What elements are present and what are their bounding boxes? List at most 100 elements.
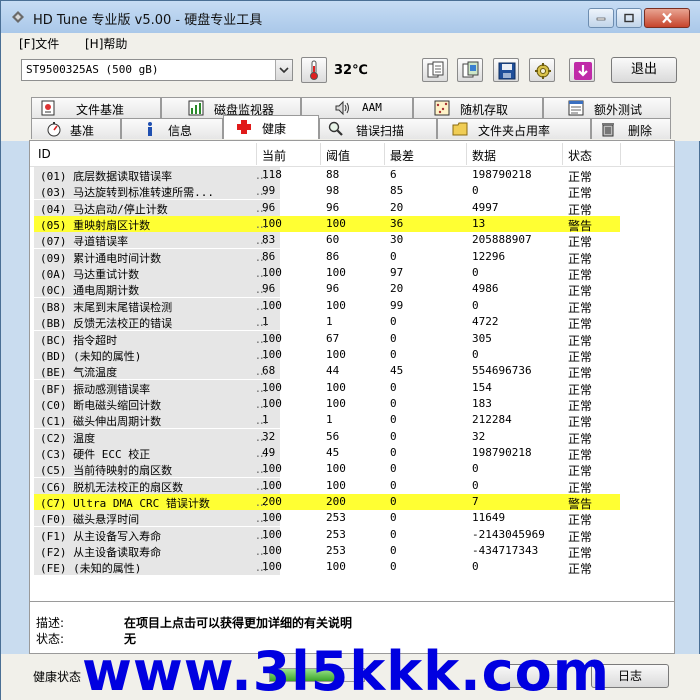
tab-info[interactable]: 信息 bbox=[121, 118, 223, 139]
cell-id: (F0) 磁头悬浮时间 bbox=[40, 513, 140, 527]
folder-icon bbox=[452, 122, 468, 136]
cell-threshold: 253 bbox=[326, 511, 346, 525]
cell-dots: ... bbox=[256, 527, 268, 542]
toolbar: ST9500325AS (500 gB) 32℃ 退出 bbox=[1, 53, 700, 89]
table-row[interactable]: (C5) 当前待映射的扇区数 100 100 0 0 正常... bbox=[34, 461, 620, 478]
cell-id: (0A) 马达重试计数 bbox=[40, 268, 140, 282]
options-button[interactable] bbox=[529, 58, 555, 82]
dropdown-arrow-icon[interactable] bbox=[275, 60, 292, 80]
cell-threshold: 100 bbox=[326, 560, 346, 574]
tab-benchmark[interactable]: 基准 bbox=[31, 118, 121, 139]
watermark-text: www.3l5kkk.com bbox=[82, 640, 611, 700]
table-row[interactable]: (BB) 反馈无法校正的错误 1 1 0 4722 正常... bbox=[34, 314, 620, 331]
cell-data: 32 bbox=[472, 429, 486, 443]
cell-threshold: 98 bbox=[326, 184, 340, 198]
table-row[interactable]: (C7) Ultra DMA CRC 错误计数 200 200 0 7 警告... bbox=[34, 494, 620, 511]
cell-threshold: 86 bbox=[326, 249, 340, 263]
tab-random-access[interactable]: 随机存取 bbox=[413, 97, 543, 118]
table-row[interactable]: (F0) 磁头悬浮时间 100 253 0 11649 正常... bbox=[34, 510, 620, 527]
table-row[interactable]: (F2) 从主设备读取寿命 100 253 0 -434717343 正常... bbox=[34, 543, 620, 560]
header-current[interactable]: 当前 bbox=[262, 147, 286, 164]
disk-monitor-icon bbox=[188, 100, 204, 116]
title-bar[interactable]: HD Tune 专业版 v5.00 - 硬盘专业工具 bbox=[1, 1, 700, 33]
cell-dots: ... bbox=[256, 200, 268, 215]
table-row[interactable]: (F1) 从主设备写入寿命 100 253 0 -2143045969 正常... bbox=[34, 526, 620, 544]
file-benchmark-icon bbox=[41, 100, 55, 116]
copy-info-button[interactable] bbox=[422, 58, 448, 82]
copy-screen-icon bbox=[462, 61, 479, 78]
cell-dots: ... bbox=[256, 462, 268, 477]
cell-data: 11649 bbox=[472, 511, 506, 525]
cell-dots: ... bbox=[256, 184, 268, 199]
cell-worst: 45 bbox=[390, 364, 404, 378]
cell-worst: 0 bbox=[390, 413, 397, 427]
exit-button[interactable]: 退出 bbox=[611, 57, 677, 83]
table-row[interactable]: (04) 马达启动/停止计数 96 96 20 4997 正常... bbox=[34, 199, 620, 217]
tab-file-benchmark[interactable]: 文件基准 bbox=[31, 97, 161, 118]
menu-help[interactable]: [H]帮助 bbox=[85, 35, 127, 52]
tab-label: 删除 bbox=[628, 124, 653, 138]
cell-id: (F2) 从主设备读取寿命 bbox=[40, 546, 162, 560]
download-button[interactable] bbox=[569, 58, 595, 82]
tab-folder-usage[interactable]: 文件夹占用率 bbox=[437, 118, 591, 139]
table-row[interactable]: (FE) (未知的属性) 100 100 0 0 正常... bbox=[34, 559, 620, 576]
table-row[interactable]: (C2) 温度 32 56 0 32 正常... bbox=[34, 428, 620, 446]
cell-worst: 0 bbox=[390, 429, 397, 443]
cell-worst: 0 bbox=[390, 380, 397, 394]
header-worst[interactable]: 最差 bbox=[390, 147, 414, 164]
table-row[interactable]: (09) 累计通电时间计数 86 86 0 12296 正常... bbox=[34, 248, 620, 266]
tab-health[interactable]: 健康 bbox=[223, 115, 319, 139]
temperature-value: 32℃ bbox=[334, 63, 368, 78]
health-cross-icon bbox=[237, 120, 251, 134]
cell-data: 0 bbox=[472, 478, 479, 492]
cell-worst: 0 bbox=[390, 347, 397, 361]
table-row[interactable]: (BE) 气流温度 68 44 45 554696736 正常... bbox=[34, 363, 620, 380]
tab-delete[interactable]: 删除 bbox=[591, 118, 671, 139]
cell-id: (C1) 磁头伸出周期计数 bbox=[40, 415, 162, 429]
cell-data: 7 bbox=[472, 495, 479, 508]
close-button[interactable] bbox=[644, 8, 690, 28]
table-row[interactable]: (BF) 振动感测错误率 100 100 0 154 正常... bbox=[34, 379, 620, 397]
copy-screen-button[interactable] bbox=[457, 58, 483, 82]
table-row[interactable]: (05) 重映射扇区计数 100 100 36 13 警告... bbox=[34, 216, 620, 233]
thermometer-button[interactable] bbox=[301, 57, 327, 83]
cell-worst: 85 bbox=[390, 184, 404, 198]
table-row[interactable]: (C0) 断电磁头缩回计数 100 100 0 183 正常... bbox=[34, 395, 620, 413]
table-row[interactable]: (BC) 指令超时 100 67 0 305 正常... bbox=[34, 330, 620, 348]
table-row[interactable]: (01) 底层数据读取错误率 118 88 6 198790218 正常... bbox=[34, 167, 620, 184]
menu-file[interactable]: [F]文件 bbox=[19, 35, 59, 52]
maximize-button[interactable] bbox=[616, 8, 642, 28]
header-data[interactable]: 数据 bbox=[472, 147, 496, 164]
cell-id: (C0) 断电磁头缩回计数 bbox=[40, 398, 162, 412]
header-threshold[interactable]: 阈值 bbox=[326, 147, 350, 164]
cell-worst: 0 bbox=[390, 396, 397, 410]
cell-worst: 0 bbox=[390, 462, 397, 476]
table-row[interactable]: (03) 马达旋转到标准转速所需... 99 98 85 0 正常... bbox=[34, 183, 620, 200]
save-button[interactable] bbox=[493, 58, 519, 82]
table-row[interactable]: (BD) (未知的属性) 100 100 0 0 正常... bbox=[34, 346, 620, 364]
cell-worst: 0 bbox=[390, 544, 397, 558]
minimize-button[interactable] bbox=[588, 8, 614, 28]
cell-dots: ... bbox=[256, 266, 268, 281]
cell-id: (BC) 指令超时 bbox=[40, 333, 118, 347]
cell-worst: 99 bbox=[390, 298, 404, 312]
table-row[interactable]: (0C) 通电周期计数 96 96 20 4986 正常... bbox=[34, 281, 620, 298]
table-row[interactable]: (B8) 末尾到末尾错误检测 100 100 99 0 正常... bbox=[34, 297, 620, 315]
header-status[interactable]: 状态 bbox=[568, 147, 592, 164]
table-row[interactable]: (07) 寻道错误率 83 60 30 205888907 正常... bbox=[34, 232, 620, 249]
cell-id: (F1) 从主设备写入寿命 bbox=[40, 529, 162, 543]
tab-error-scan[interactable]: 错误扫描 bbox=[319, 118, 437, 139]
drive-select[interactable]: ST9500325AS (500 gB) bbox=[21, 59, 293, 81]
cell-data: 212284 bbox=[472, 413, 512, 427]
header-id[interactable]: ID bbox=[38, 147, 51, 161]
cell-worst: 0 bbox=[390, 478, 397, 492]
tab-extra-tests[interactable]: 额外测试 bbox=[543, 97, 671, 118]
tab-label: 文件基准 bbox=[76, 103, 125, 117]
cell-threshold: 100 bbox=[326, 347, 346, 361]
minimize-icon bbox=[596, 17, 606, 21]
cell-data: 183 bbox=[472, 396, 492, 410]
table-row[interactable]: (C3) 硬件 ECC 校正 49 45 0 198790218 正常... bbox=[34, 444, 620, 462]
table-row[interactable]: (C1) 磁头伸出周期计数 1 1 0 212284 正常... bbox=[34, 412, 620, 429]
table-row[interactable]: (C6) 脱机无法校正的扇区数 100 100 0 0 正常... bbox=[34, 477, 620, 495]
table-row[interactable]: (0A) 马达重试计数 100 100 97 0 正常... bbox=[34, 265, 620, 282]
